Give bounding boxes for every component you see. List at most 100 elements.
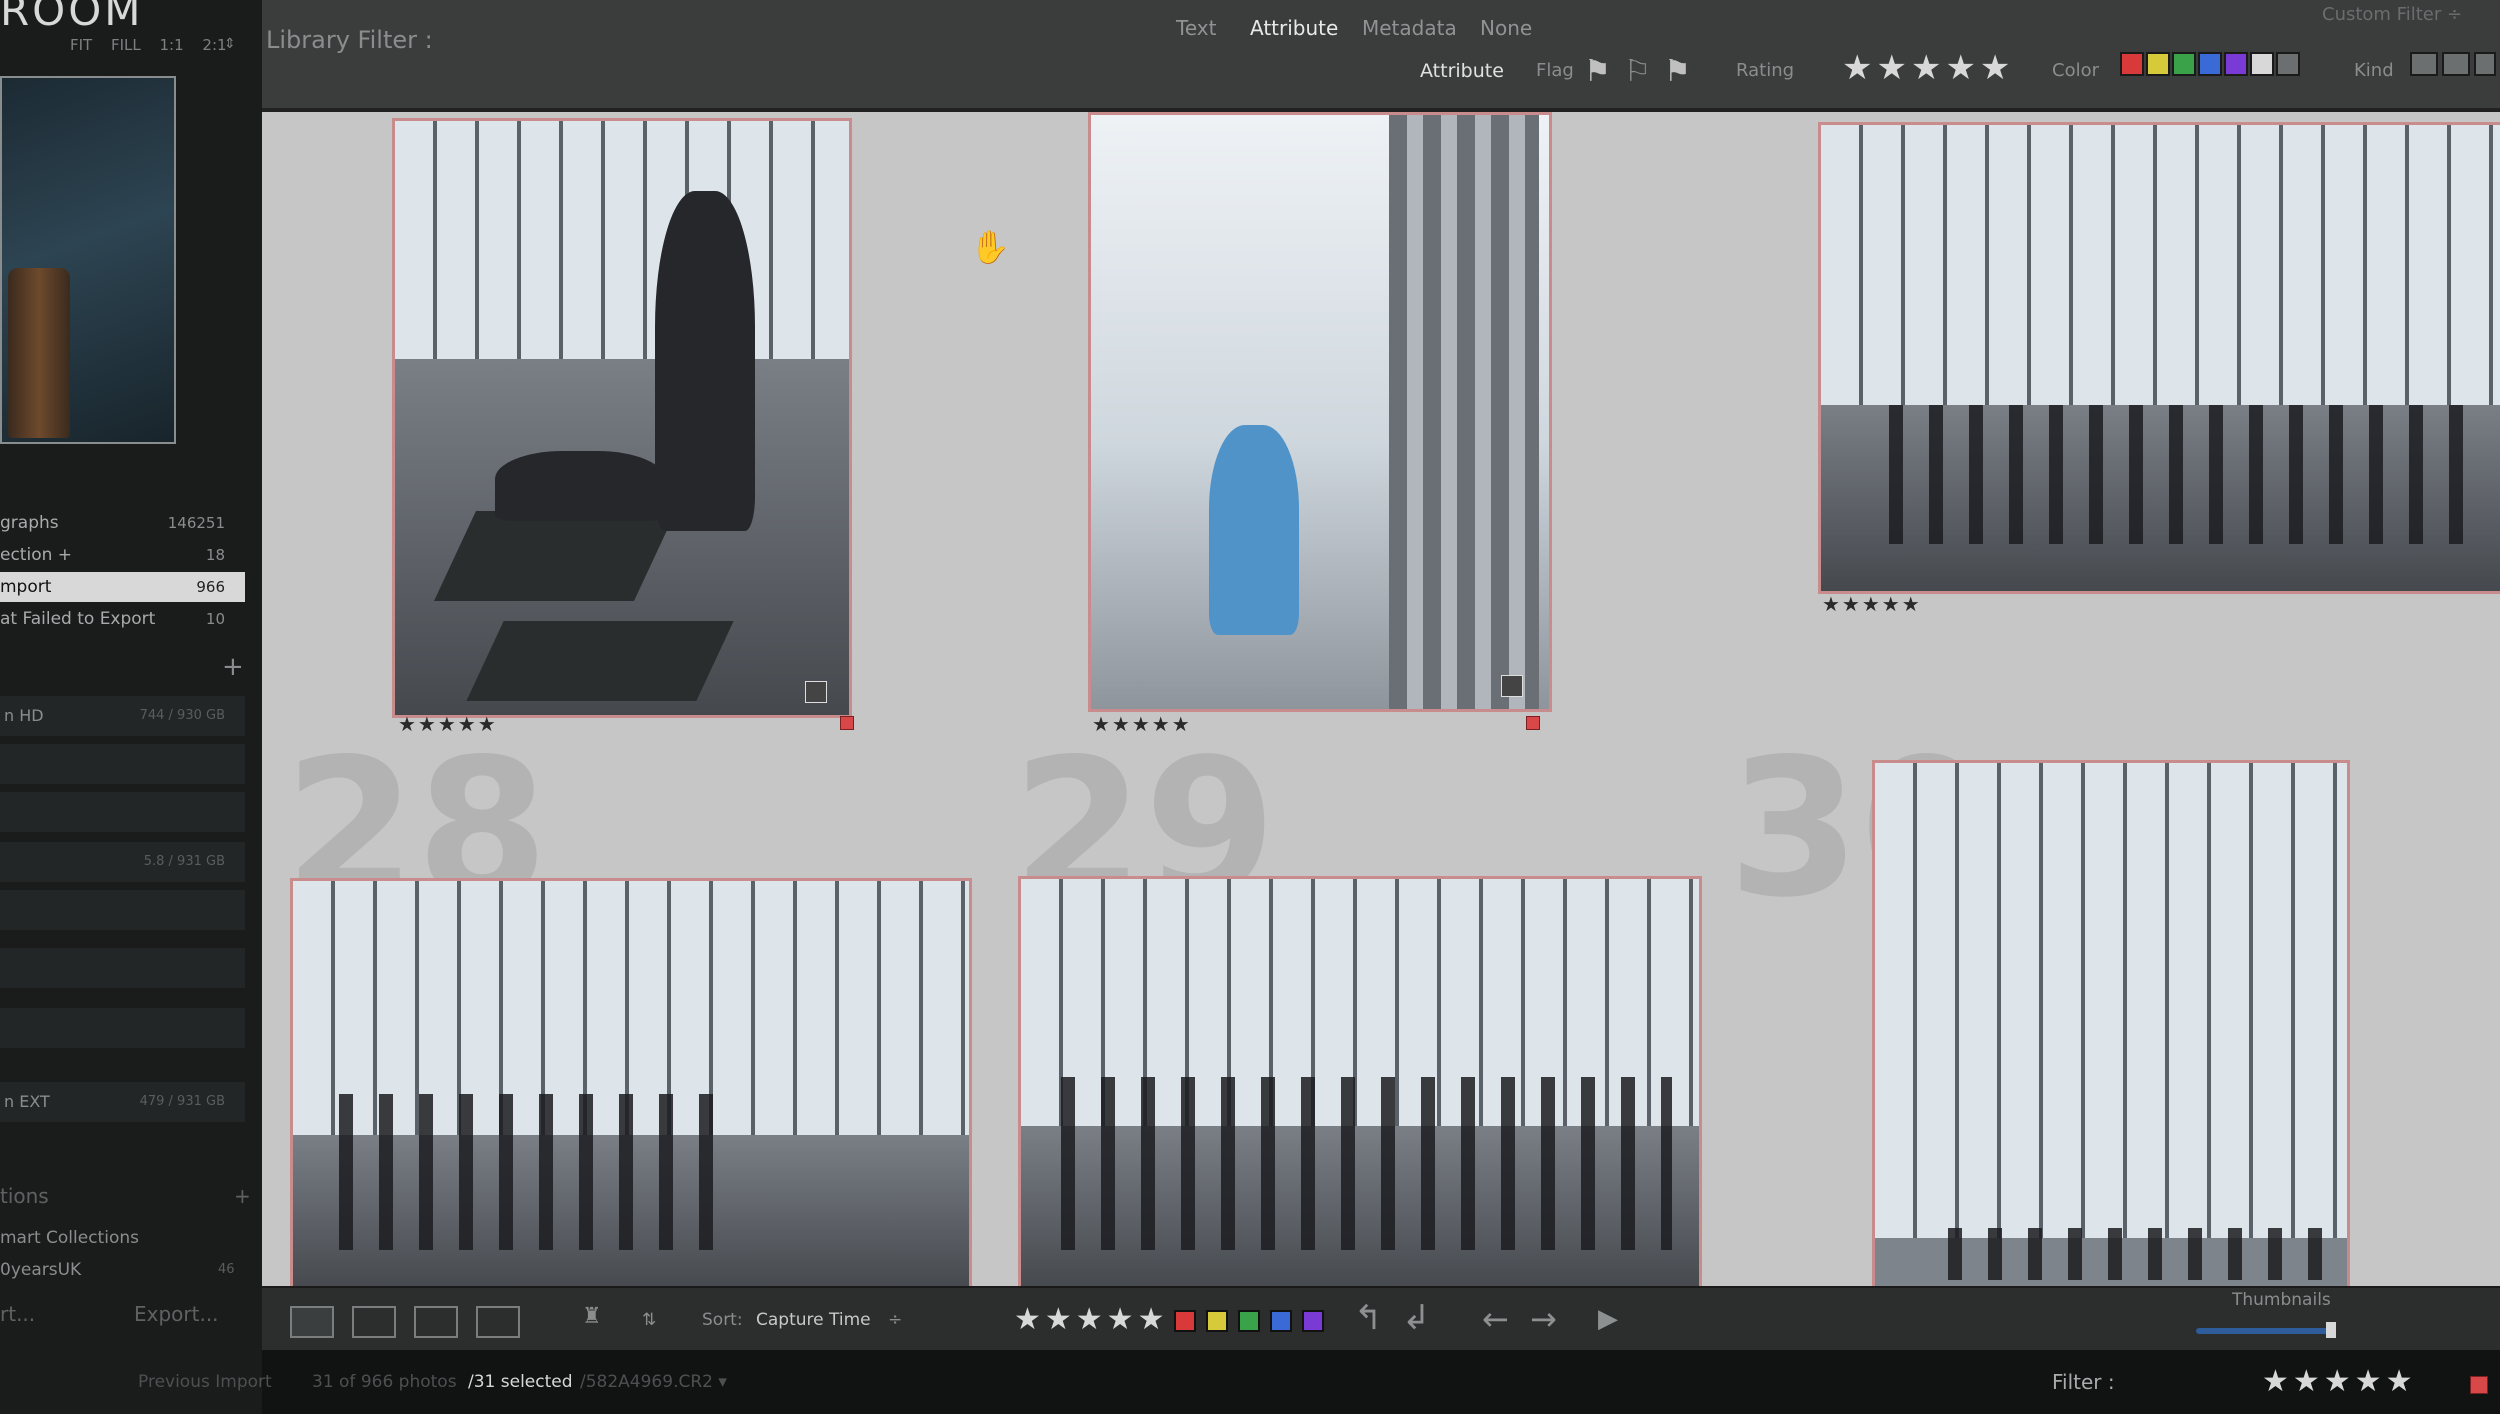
photo-crowd — [1922, 1227, 2329, 1281]
toolbar-color-red[interactable] — [1174, 1310, 1196, 1332]
play-slideshow-icon[interactable]: ▶ — [1598, 1304, 1618, 1334]
thumbnail-size-slider-knob[interactable] — [2326, 1322, 2336, 1338]
volume-row[interactable]: n EXT 479 / 931 GB — [0, 1082, 245, 1122]
collections-heading[interactable]: tions — [0, 1184, 49, 1208]
flag-pick-icon[interactable]: ⚑ — [1584, 54, 1611, 89]
kind-video-icon[interactable] — [2474, 52, 2496, 76]
sort-label: Sort: — [702, 1310, 743, 1330]
filter-tab-text[interactable]: Text — [1176, 16, 1216, 40]
photo-crowd — [1863, 404, 2485, 545]
volume-row[interactable] — [0, 1008, 245, 1048]
collections-add-icon[interactable]: + — [234, 1184, 251, 1208]
volume-capacity: 5.8 / 931 GB — [143, 854, 225, 869]
collection-item[interactable]: 0yearsUK — [0, 1260, 81, 1280]
photo-windows — [395, 121, 849, 359]
sort-dropdown-arrow-icon[interactable]: ÷ — [888, 1310, 902, 1330]
catalog-row-quick-collection[interactable]: ection + 18 — [0, 540, 245, 570]
status-filter-color[interactable] — [2470, 1376, 2488, 1394]
grid-cell[interactable]: 28 — [262, 734, 995, 1294]
rotate-left-icon[interactable]: ↰ — [1354, 1298, 1383, 1338]
grid-cell[interactable]: ★★★★★ — [262, 112, 995, 737]
photo-thumbnail[interactable] — [1872, 760, 2350, 1294]
grid-cell[interactable]: ★★★★★ — [992, 112, 1725, 737]
thumbnail-size-slider[interactable] — [2196, 1328, 2332, 1334]
left-panel: ROOM FIT FILL 1:1 2:1 ⇕ graphs 146251 ec… — [0, 0, 262, 1414]
source-label[interactable]: Previous Import — [138, 1372, 272, 1392]
color-filter-other[interactable] — [2250, 52, 2274, 76]
collection-item[interactable]: mart Collections — [0, 1228, 139, 1248]
toolbar-color-blue[interactable] — [1270, 1310, 1292, 1332]
toolbar-color-green[interactable] — [1238, 1310, 1260, 1332]
toolbar-rating-stars[interactable]: ★★★★★ — [1014, 1302, 1168, 1337]
color-filter-yellow[interactable] — [2146, 52, 2170, 76]
volume-row[interactable] — [0, 792, 245, 832]
kind-master-icon[interactable] — [2410, 52, 2438, 76]
photo-thumbnail[interactable] — [1088, 112, 1552, 712]
toolbar-color-yellow[interactable] — [1206, 1310, 1228, 1332]
folders-add-icon[interactable]: + — [222, 652, 244, 682]
grid-cell[interactable]: ★★★★★ — [1722, 112, 2500, 737]
grid-view-icon[interactable] — [290, 1306, 334, 1338]
color-filter-none[interactable] — [2276, 52, 2300, 76]
color-filter-green[interactable] — [2172, 52, 2196, 76]
kind-virtual-copy-icon[interactable] — [2442, 52, 2470, 76]
color-filter-blue[interactable] — [2198, 52, 2222, 76]
sort-dropdown[interactable]: Capture Time — [756, 1310, 871, 1330]
filter-tab-metadata[interactable]: Metadata — [1362, 16, 1457, 40]
compare-view-icon[interactable] — [414, 1306, 458, 1338]
volume-row[interactable]: 5.8 / 931 GB — [0, 842, 245, 882]
collection-count: 46 — [218, 1262, 235, 1277]
catalog-row-all-photographs[interactable]: graphs 146251 — [0, 508, 245, 538]
catalog-row-count: 146251 — [167, 514, 225, 532]
library-grid-area: Library Filter : Text Attribute Metadata… — [262, 0, 2500, 1294]
volume-row[interactable] — [0, 948, 245, 988]
photo-person — [1209, 425, 1299, 635]
catalog-row-count: 966 — [196, 578, 225, 596]
photo-color-label[interactable] — [1526, 716, 1540, 730]
color-label: Color — [2052, 60, 2099, 81]
navigator-zoom-dropdown-icon[interactable]: ⇕ — [224, 36, 236, 52]
volume-row[interactable]: n HD 744 / 930 GB — [0, 696, 245, 736]
volume-row[interactable] — [0, 744, 245, 784]
photo-thumbnail[interactable] — [1818, 122, 2500, 594]
filename-dropdown[interactable]: /582A4969.CR2 ▾ — [580, 1372, 727, 1392]
volume-capacity: 744 / 930 GB — [139, 708, 225, 723]
catalog-row-previous-import[interactable]: mport 966 — [0, 572, 245, 602]
filter-tab-none[interactable]: None — [1480, 16, 1532, 40]
rotate-right-icon[interactable]: ↲ — [1402, 1298, 1431, 1338]
rating-filter-stars[interactable]: ★★★★★ — [1842, 48, 2014, 88]
catalog-row-count: 18 — [205, 546, 225, 564]
toolbar-color-purple[interactable] — [1302, 1310, 1324, 1332]
custom-filter-dropdown[interactable]: Custom Filter ÷ — [2322, 4, 2462, 25]
hand-cursor-icon: ✋ — [970, 228, 1010, 266]
flag-unflagged-icon[interactable]: ⚐ — [1624, 54, 1651, 89]
filter-tab-attribute[interactable]: Attribute — [1250, 16, 1338, 40]
photo-color-label[interactable] — [840, 716, 854, 730]
navigator-zoom-options[interactable]: FIT FILL 1:1 2:1 — [70, 36, 227, 54]
survey-view-icon[interactable] — [476, 1306, 520, 1338]
filter-label: Filter : — [2052, 1370, 2115, 1394]
status-filter-stars[interactable]: ★★★★★ — [2262, 1364, 2416, 1399]
photo-thumbnail[interactable] — [392, 118, 852, 718]
previous-photo-icon[interactable]: ← — [1482, 1300, 1509, 1338]
volume-label: n HD — [4, 706, 44, 725]
color-filter-red[interactable] — [2120, 52, 2144, 76]
flag-reject-icon[interactable]: ⚑ — [1664, 54, 1691, 89]
volume-label: n EXT — [4, 1092, 50, 1111]
export-button[interactable]: Export... — [134, 1302, 219, 1326]
import-button[interactable]: rt... — [0, 1302, 35, 1326]
color-filter-purple[interactable] — [2224, 52, 2248, 76]
navigator-preview[interactable] — [0, 76, 176, 444]
photo-thumbnail[interactable] — [1018, 876, 1702, 1294]
grid-cell[interactable]: 30 — [1722, 734, 2500, 1294]
volume-row[interactable] — [0, 890, 245, 930]
grid-cell[interactable]: 29 — [992, 734, 1725, 1294]
next-photo-icon[interactable]: → — [1530, 1300, 1557, 1338]
catalog-row-failed-export[interactable]: at Failed to Export 10 — [0, 604, 245, 634]
loupe-view-icon[interactable] — [352, 1306, 396, 1338]
sort-direction-icon[interactable]: ⇅ — [642, 1310, 656, 1330]
painter-icon[interactable]: ♜ — [582, 1304, 602, 1329]
photo-thumbnail[interactable] — [290, 878, 972, 1294]
photo-rating[interactable]: ★★★★★ — [1822, 592, 1922, 616]
rating-label: Rating — [1736, 60, 1795, 81]
